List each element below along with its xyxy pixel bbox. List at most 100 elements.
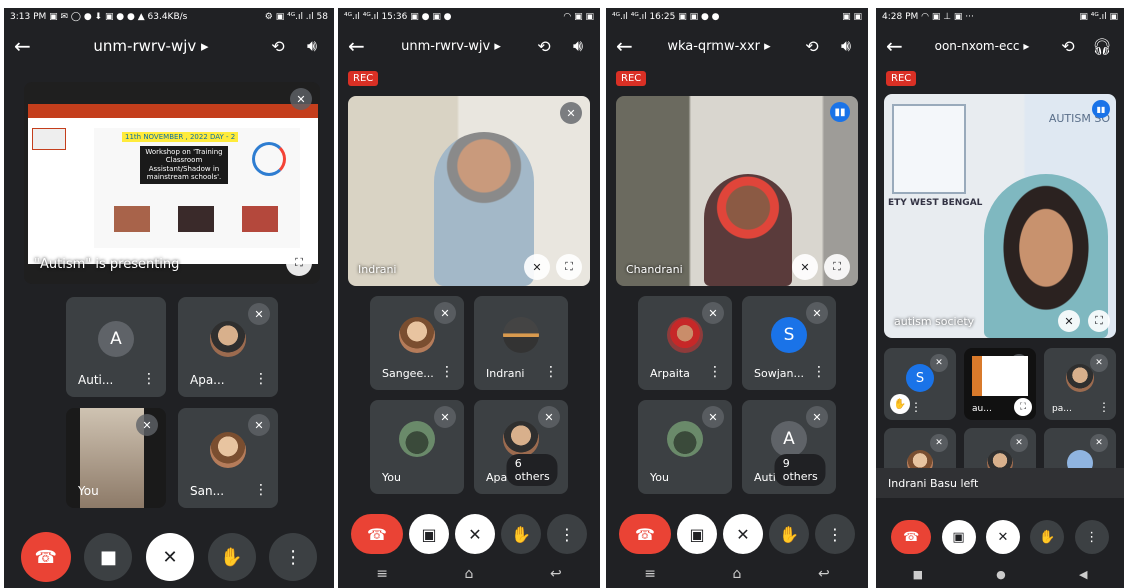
participant-left-toast: Indrani Basu left xyxy=(876,468,1124,498)
more-options-icon[interactable]: ⋮ xyxy=(440,364,454,380)
end-call-button[interactable]: ☎ xyxy=(619,514,671,554)
status-left: ⁴ᴳ.ıl ⁴ᴳ.ıl 15:36 ▣ ● ▣ ● xyxy=(344,12,452,22)
main-video[interactable]: ✕ Indrani ✕ ⛶ xyxy=(348,96,590,286)
participant-tile[interactable]: A Auti... ⋮ xyxy=(66,297,166,397)
switch-camera-icon[interactable]: ⟲ xyxy=(800,37,824,56)
call-controls: ☎ ▣ ✕ ✋ ⋮ xyxy=(876,520,1124,554)
speaker-icon[interactable]: 🔊︎ xyxy=(300,36,324,56)
participant-tile[interactable]: ✕ Apa 6 others xyxy=(474,400,568,494)
raise-hand-button[interactable]: ✋ xyxy=(207,533,256,581)
speaker-icon[interactable]: 🔊︎ xyxy=(566,36,590,56)
raise-hand-button[interactable]: ✋ xyxy=(1030,520,1065,554)
more-options-icon[interactable]: ⋮ xyxy=(544,364,558,380)
avatar xyxy=(399,421,435,458)
participant-tile-self[interactable]: ✕ You xyxy=(638,400,732,494)
menu-icon[interactable]: ≡ xyxy=(376,566,388,582)
participant-tile[interactable]: Indrani ⋮ xyxy=(474,296,568,390)
status-right: ▣ ⁴ᴳ.ıl ▣ xyxy=(1079,12,1118,22)
participant-tile[interactable]: ✕ S ✋ ⋮ xyxy=(884,348,956,420)
fullscreen-icon[interactable]: ⛶ xyxy=(286,250,312,276)
more-options-icon[interactable]: ⋮ xyxy=(254,482,268,498)
recording-badge: REC xyxy=(348,71,379,86)
speaker-icon[interactable]: 🔊︎ xyxy=(834,36,858,56)
more-options-button[interactable]: ⋮ xyxy=(269,533,318,581)
slide-photo-1 xyxy=(114,206,150,232)
home-icon[interactable]: ● xyxy=(996,568,1006,581)
back-arrow-icon[interactable]: ← xyxy=(348,34,370,58)
camera-toggle-button[interactable]: ▣ xyxy=(677,514,717,554)
more-options-icon[interactable]: ⋮ xyxy=(910,400,922,414)
mic-toggle-button[interactable]: ✕ xyxy=(455,514,495,554)
mic-toggle-button[interactable]: ✕ xyxy=(723,514,763,554)
pin-icon[interactable]: ✕ xyxy=(1058,310,1080,332)
status-right: ◠ ▣ ▣ xyxy=(563,12,594,22)
others-count[interactable]: 9 others xyxy=(774,454,826,486)
participant-tile[interactable]: ✕ S Sowjan... ⋮ xyxy=(742,296,836,390)
more-options-icon[interactable]: ⋮ xyxy=(812,364,826,380)
switch-camera-icon[interactable]: ⟲ xyxy=(266,37,290,56)
end-call-button[interactable]: ☎ xyxy=(891,520,932,554)
main-video[interactable]: ▮▮ Chandrani ✕ ⛶ xyxy=(616,96,858,286)
back-arrow-icon[interactable]: ← xyxy=(14,34,36,58)
more-options-icon[interactable]: ⋮ xyxy=(1098,400,1110,414)
raise-hand-button[interactable]: ✋ xyxy=(769,514,809,554)
muted-mic-icon: ✕ xyxy=(434,302,456,324)
more-options-button[interactable]: ⋮ xyxy=(1074,520,1109,554)
home-icon[interactable]: ⌂ xyxy=(733,566,742,582)
pin-icon[interactable]: ✕ xyxy=(792,254,818,280)
camera-toggle-button[interactable]: ▣ xyxy=(941,520,976,554)
home-icon[interactable]: ⌂ xyxy=(465,566,474,582)
participant-tile[interactable]: ✕ A Auti 9 others xyxy=(742,400,836,494)
back-arrow-icon[interactable]: ← xyxy=(616,34,638,58)
participant-tile[interactable]: ✕ Apa... ⋮ xyxy=(178,297,278,397)
camera-toggle-button[interactable]: ■ xyxy=(84,533,133,581)
others-count[interactable]: 6 others xyxy=(506,454,558,486)
more-options-icon[interactable]: ⋮ xyxy=(142,371,156,387)
meeting-code[interactable]: unm-rwrv-wjv ▸ xyxy=(380,39,522,54)
status-bar: ⁴ᴳ.ıl ⁴ᴳ.ıl 16:25 ▣ ▣ ● ● ▣ ▣ xyxy=(606,8,868,26)
muted-mic-icon: ✕ xyxy=(434,406,456,428)
status-bar: 4:28 PM ◠ ▣ ⊥ ▣ ··· ▣ ⁴ᴳ.ıl ▣ xyxy=(876,8,1124,26)
slide-title: Workshop on 'Training Classroom Assistan… xyxy=(140,146,228,184)
fullscreen-icon[interactable]: ⛶ xyxy=(824,254,850,280)
headphones-icon[interactable]: 🎧︎ xyxy=(1090,37,1114,56)
back-arrow-icon[interactable]: ← xyxy=(886,34,908,58)
fullscreen-icon[interactable]: ⛶ xyxy=(1088,310,1110,332)
participant-tile[interactable]: ✕ San... ⋮ xyxy=(178,408,278,508)
presenting-label: "Autism" is presenting xyxy=(34,257,180,272)
muted-mic-icon: ✕ xyxy=(290,88,312,110)
more-options-icon[interactable]: ⋮ xyxy=(708,364,722,380)
presentation-stream[interactable]: 11th NOVEMBER , 2022 DAY - 2 Workshop on… xyxy=(24,82,320,284)
participant-tile[interactable]: ✕ Arpaita ⋮ xyxy=(638,296,732,390)
participant-tile[interactable]: ✕ Sangee... ⋮ xyxy=(370,296,464,390)
end-call-button[interactable]: ☎ xyxy=(351,514,403,554)
main-video[interactable]: AUTISM SO ETY WEST BENGAL ▮▮ autism soci… xyxy=(884,94,1116,338)
pin-icon[interactable]: ✕ xyxy=(524,254,550,280)
more-options-button[interactable]: ⋮ xyxy=(547,514,587,554)
meeting-code[interactable]: wka-qrmw-xxr ▸ xyxy=(648,39,790,54)
participant-name: Auti... xyxy=(78,373,114,387)
camera-toggle-button[interactable]: ▣ xyxy=(409,514,449,554)
end-call-button[interactable]: ☎ xyxy=(20,532,71,582)
participant-tile[interactable]: ✕ au... ⛶ xyxy=(964,348,1036,420)
switch-camera-icon[interactable]: ⟲ xyxy=(1056,37,1080,56)
raise-hand-button[interactable]: ✋ xyxy=(501,514,541,554)
back-icon[interactable]: ↩ xyxy=(550,566,562,582)
meeting-code[interactable]: unm-rwrv-wjv ▸ xyxy=(46,37,256,55)
mic-toggle-button[interactable]: ✕ xyxy=(985,520,1020,554)
switch-camera-icon[interactable]: ⟲ xyxy=(532,37,556,56)
mic-toggle-button[interactable]: ✕ xyxy=(145,533,194,581)
menu-icon[interactable]: ≡ xyxy=(644,566,656,582)
participant-tile-self[interactable]: ✕ You xyxy=(370,400,464,494)
recents-icon[interactable]: ■ xyxy=(913,568,923,581)
fullscreen-icon[interactable]: ⛶ xyxy=(556,254,582,280)
back-icon[interactable]: ↩ xyxy=(818,566,830,582)
meeting-code[interactable]: oon-nxom-ecc ▸ xyxy=(918,39,1046,53)
more-options-button[interactable]: ⋮ xyxy=(815,514,855,554)
participant-tile[interactable]: ✕ pa... ⋮ xyxy=(1044,348,1116,420)
back-icon[interactable]: ◀ xyxy=(1079,568,1087,581)
fullscreen-icon[interactable]: ⛶ xyxy=(1014,398,1032,416)
more-options-icon[interactable]: ⋮ xyxy=(254,371,268,387)
main-participant-name: Indrani xyxy=(358,263,397,276)
participant-tile-self[interactable]: ✕ You xyxy=(66,408,166,508)
